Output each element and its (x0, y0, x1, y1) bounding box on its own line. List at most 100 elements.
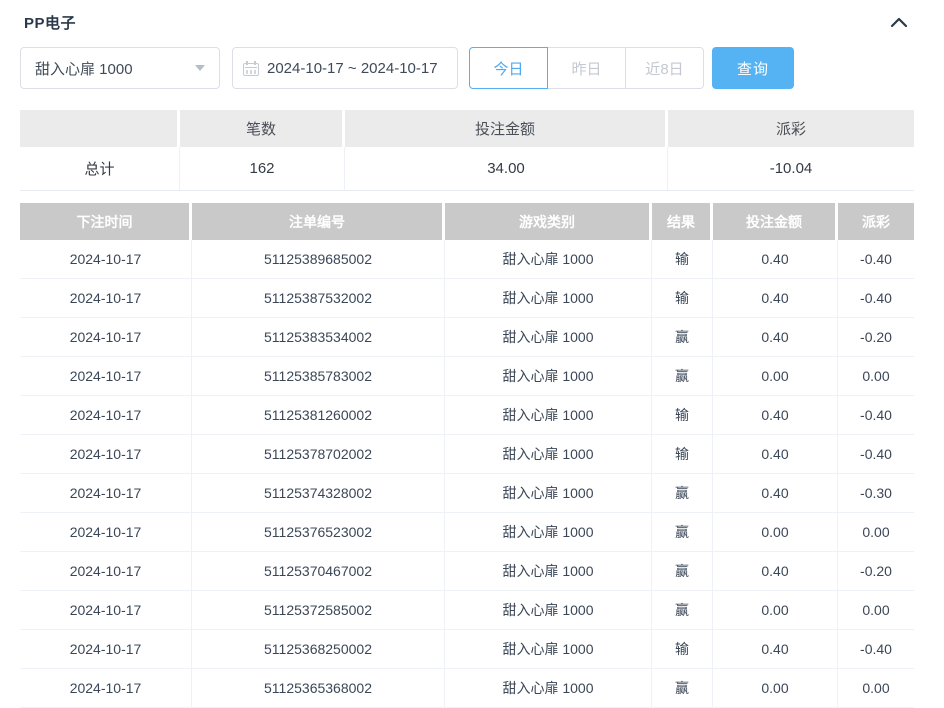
cell-game-type: 甜入心扉 1000 (445, 669, 652, 707)
cell-payout: 0.00 (838, 591, 914, 629)
game-select-value: 甜入心扉 1000 (35, 58, 133, 79)
cell-result: 输 (652, 630, 713, 668)
cell-result: 输 (652, 279, 713, 317)
table-body: 2024-10-1751125389685002甜入心扉 1000输0.40-0… (20, 240, 914, 708)
col-bet-amount: 投注金额 (713, 203, 838, 240)
cell-bet-amount: 0.40 (713, 552, 838, 590)
cell-bet-time: 2024-10-17 (20, 630, 192, 668)
cell-bet-id: 51125381260002 (192, 396, 445, 434)
table-row: 2024-10-1751125383534002甜入心扉 1000赢0.40-0… (20, 318, 914, 357)
cell-bet-time: 2024-10-17 (20, 474, 192, 512)
quick-range-group: 今日 昨日 近8日 (469, 47, 704, 89)
query-button[interactable]: 查询 (712, 47, 794, 89)
col-bet-time: 下注时间 (20, 203, 192, 240)
cell-bet-amount: 0.40 (713, 318, 838, 356)
cell-payout: -0.40 (838, 435, 914, 473)
cell-game-type: 甜入心扉 1000 (445, 474, 652, 512)
game-select[interactable]: 甜入心扉 1000 (20, 47, 220, 89)
cell-bet-time: 2024-10-17 (20, 552, 192, 590)
table-row: 2024-10-1751125372585002甜入心扉 1000赢0.000.… (20, 591, 914, 630)
panel-header: PP电子 (20, 0, 914, 39)
cell-result: 赢 (652, 552, 713, 590)
cell-bet-amount: 0.00 (713, 513, 838, 551)
cell-result: 输 (652, 240, 713, 278)
cell-result: 赢 (652, 357, 713, 395)
cell-game-type: 甜入心扉 1000 (445, 591, 652, 629)
table-row: 2024-10-1751125381260002甜入心扉 1000输0.40-0… (20, 396, 914, 435)
cell-payout: 0.00 (838, 669, 914, 707)
cell-result: 输 (652, 396, 713, 434)
cell-bet-time: 2024-10-17 (20, 357, 192, 395)
cell-bet-id: 51125365368002 (192, 669, 445, 707)
cell-bet-amount: 0.00 (713, 591, 838, 629)
cell-bet-time: 2024-10-17 (20, 279, 192, 317)
cell-payout: -0.20 (838, 318, 914, 356)
cell-payout: -0.20 (838, 552, 914, 590)
bets-table: 下注时间 注单编号 游戏类别 结果 投注金额 派彩 2024-10-175112… (20, 203, 914, 708)
cell-payout: -0.40 (838, 279, 914, 317)
table-row: 2024-10-1751125378702002甜入心扉 1000输0.40-0… (20, 435, 914, 474)
summary-header-row: 笔数 投注金额 派彩 (20, 110, 914, 147)
cell-game-type: 甜入心扉 1000 (445, 630, 652, 668)
table-row: 2024-10-1751125385783002甜入心扉 1000赢0.000.… (20, 357, 914, 396)
chevron-up-icon (890, 15, 908, 29)
cell-game-type: 甜入心扉 1000 (445, 318, 652, 356)
cell-bet-amount: 0.40 (713, 630, 838, 668)
bets-table-header: 下注时间 注单编号 游戏类别 结果 投注金额 派彩 (20, 203, 914, 240)
last-8-days-button[interactable]: 近8日 (625, 47, 704, 89)
table-row: 2024-10-1751125376523002甜入心扉 1000赢0.000.… (20, 513, 914, 552)
summary-total-row: 总计 162 34.00 -10.04 (20, 147, 914, 191)
date-range-input[interactable]: 2024-10-17 ~ 2024-10-17 (232, 47, 458, 89)
cell-payout: 0.00 (838, 357, 914, 395)
col-payout: 派彩 (838, 203, 914, 240)
page-title: PP电子 (24, 12, 76, 33)
cell-payout: -0.30 (838, 474, 914, 512)
cell-payout: -0.40 (838, 240, 914, 278)
cell-bet-time: 2024-10-17 (20, 591, 192, 629)
summary-total-payout: -10.04 (668, 147, 914, 190)
table-row: 2024-10-1751125374328002甜入心扉 1000赢0.40-0… (20, 474, 914, 513)
cell-result: 赢 (652, 513, 713, 551)
cell-bet-amount: 0.40 (713, 435, 838, 473)
cell-bet-id: 51125372585002 (192, 591, 445, 629)
collapse-button[interactable] (888, 11, 910, 33)
summary-header-empty (20, 110, 180, 147)
cell-bet-id: 51125376523002 (192, 513, 445, 551)
cell-game-type: 甜入心扉 1000 (445, 240, 652, 278)
cell-bet-time: 2024-10-17 (20, 396, 192, 434)
col-result: 结果 (652, 203, 713, 240)
col-bet-id: 注单编号 (192, 203, 445, 240)
cell-bet-id: 51125385783002 (192, 357, 445, 395)
cell-game-type: 甜入心扉 1000 (445, 435, 652, 473)
cell-bet-amount: 0.40 (713, 240, 838, 278)
cell-result: 输 (652, 435, 713, 473)
cell-bet-amount: 0.40 (713, 279, 838, 317)
col-game-type: 游戏类别 (445, 203, 652, 240)
summary-table: 笔数 投注金额 派彩 总计 162 34.00 -10.04 (20, 110, 914, 191)
cell-bet-id: 51125374328002 (192, 474, 445, 512)
filter-bar: 甜入心扉 1000 2024-10-17 ~ 2024-10-17 今日 昨日 … (20, 47, 914, 89)
cell-bet-amount: 0.40 (713, 474, 838, 512)
summary-total-label: 总计 (20, 147, 180, 190)
cell-bet-id: 51125378702002 (192, 435, 445, 473)
date-range-value: 2024-10-17 ~ 2024-10-17 (267, 60, 438, 77)
today-button[interactable]: 今日 (469, 47, 548, 89)
summary-header-payout: 派彩 (668, 110, 914, 147)
table-row: 2024-10-1751125370467002甜入心扉 1000赢0.40-0… (20, 552, 914, 591)
cell-bet-time: 2024-10-17 (20, 513, 192, 551)
cell-result: 赢 (652, 318, 713, 356)
cell-bet-time: 2024-10-17 (20, 318, 192, 356)
cell-game-type: 甜入心扉 1000 (445, 513, 652, 551)
cell-bet-amount: 0.40 (713, 396, 838, 434)
cell-bet-amount: 0.00 (713, 357, 838, 395)
cell-bet-amount: 0.00 (713, 669, 838, 707)
cell-payout: -0.40 (838, 630, 914, 668)
table-row: 2024-10-1751125387532002甜入心扉 1000输0.40-0… (20, 279, 914, 318)
cell-bet-id: 51125368250002 (192, 630, 445, 668)
cell-result: 赢 (652, 669, 713, 707)
chevron-down-icon (195, 65, 205, 71)
cell-result: 赢 (652, 474, 713, 512)
yesterday-button[interactable]: 昨日 (547, 47, 626, 89)
summary-total-bet-amount: 34.00 (345, 147, 668, 190)
cell-bet-time: 2024-10-17 (20, 435, 192, 473)
